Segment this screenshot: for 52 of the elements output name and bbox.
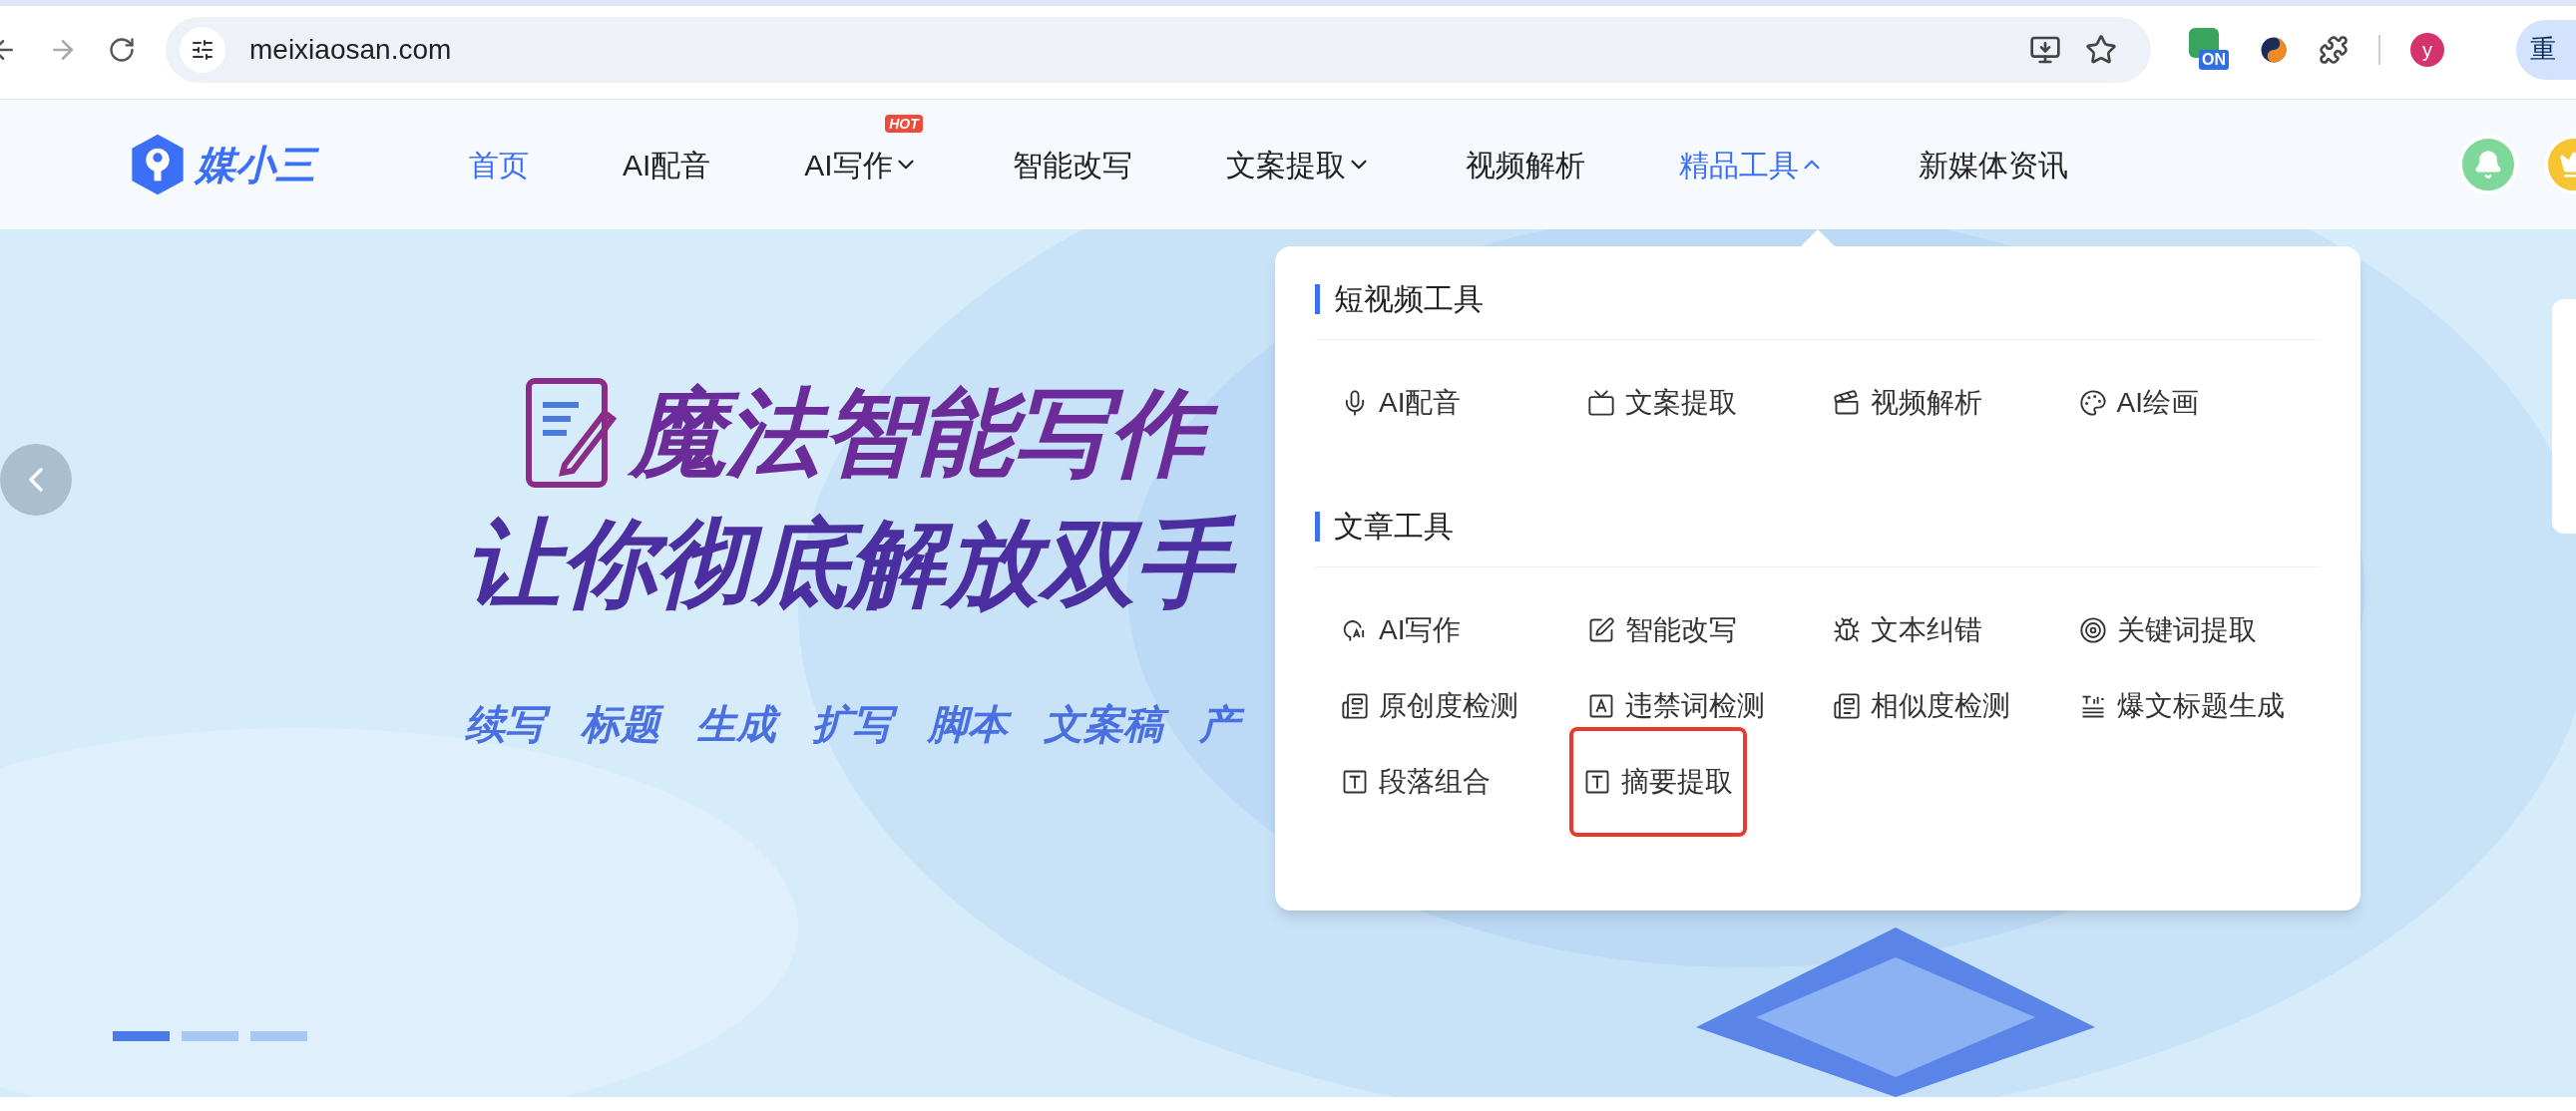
bookmark-star-icon[interactable]: [2085, 33, 2117, 66]
logo-icon: [130, 134, 186, 195]
profile-avatar[interactable]: y: [2410, 32, 2444, 67]
site-settings-button[interactable]: [180, 26, 225, 73]
nav-link[interactable]: 首页: [469, 142, 529, 187]
note-pen-icon: [525, 377, 617, 489]
side-button[interactable]: 重: [2516, 19, 2576, 80]
section-title: 短视频工具: [1334, 281, 1484, 317]
banner-tag: 生成: [696, 698, 784, 751]
banner-tag: 脚本: [928, 698, 1016, 751]
banner-tag: 文案稿: [1044, 698, 1171, 751]
reload-icon[interactable]: [108, 35, 136, 64]
tool-menu-item[interactable]: AI配音: [1337, 378, 1466, 428]
hot-badge: HOT: [885, 114, 923, 133]
tool-menu-item[interactable]: 原创度检测: [1337, 681, 1522, 731]
target-icon: [2078, 616, 2107, 644]
tool-menu-item[interactable]: 相似度检测: [1829, 681, 2014, 731]
tool-menu-item[interactable]: 关键词提取: [2074, 605, 2261, 655]
nav-link[interactable]: 智能改写: [1012, 142, 1132, 187]
banner-tag: 标题: [581, 698, 668, 751]
text-box-icon: [1341, 768, 1369, 796]
tool-menu-item[interactable]: 智能改写: [1582, 605, 1741, 655]
banner-tag: 续写: [465, 698, 553, 751]
tool-menu-item[interactable]: 文本纠错: [1829, 605, 1986, 655]
bug-icon: [1833, 616, 1861, 644]
url-text: meixiaosan.com: [249, 32, 453, 67]
banner-tag: 扩写: [812, 698, 900, 751]
tool-menu-item[interactable]: 文案提取: [1582, 378, 1741, 428]
tool-menu-item[interactable]: AI绘画: [2074, 378, 2203, 428]
banner-tag: 产: [1199, 698, 1247, 751]
tool-menu-item[interactable]: 爆文标题生成: [2074, 681, 2289, 731]
extensions-icon[interactable]: [2319, 34, 2349, 65]
nav-link[interactable]: 精品工具: [1678, 142, 1825, 187]
nav-link[interactable]: 新媒体资讯: [1918, 142, 2068, 187]
video-icon: [1586, 389, 1615, 417]
palette-icon: [2078, 389, 2107, 417]
section-title: 文章工具: [1334, 509, 1454, 545]
tool-menu-item[interactable]: 摘要提取: [1568, 727, 1747, 837]
bell-icon: [2473, 150, 2503, 180]
banner-headline: 让你彻底解放双手: [465, 509, 1251, 619]
document-icon: [1341, 692, 1369, 720]
nav-link[interactable]: 视频解析: [1465, 142, 1585, 187]
sliders-icon: [191, 37, 215, 62]
address-bar[interactable]: meixiaosan.com: [166, 16, 2151, 83]
document-icon: [1833, 692, 1861, 720]
nav-link[interactable]: AI写作: [804, 142, 919, 187]
nav-link[interactable]: AI配音: [623, 142, 711, 187]
tool-menu-item[interactable]: AI写作: [1337, 605, 1466, 655]
nav-link[interactable]: 文案提取: [1225, 142, 1372, 187]
tool-menu-item[interactable]: 段落组合: [1337, 757, 1495, 807]
tool-menu-item[interactable]: 视频解析: [1829, 378, 1986, 428]
clapperboard-icon: [1833, 389, 1861, 417]
